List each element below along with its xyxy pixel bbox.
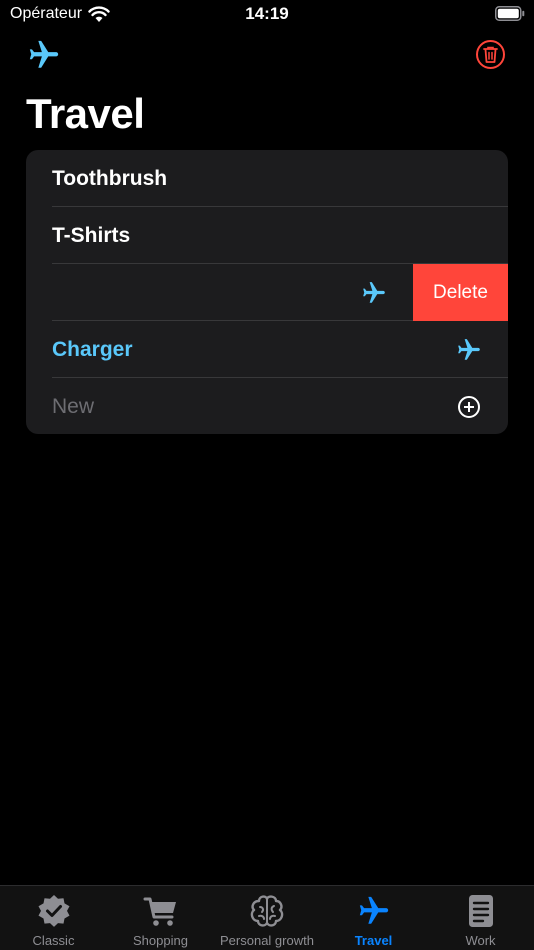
airplane-icon — [29, 40, 59, 68]
cart-icon — [143, 897, 176, 926]
list-item-swiped[interactable]: Delete — [26, 264, 508, 321]
page-title: Travel — [26, 90, 145, 137]
airplane-icon — [359, 896, 388, 924]
item-label: T-Shirts — [52, 224, 131, 247]
tab-bar: Classic Shopping Personal growth Travel … — [0, 885, 534, 950]
list-item[interactable]: T-Shirts — [26, 207, 508, 264]
status-time: 14:19 — [245, 4, 289, 23]
trash-icon — [483, 46, 498, 63]
battery-icon — [495, 6, 525, 21]
items-list: Toothbrush T-Shirts Delete Charger New — [26, 150, 508, 434]
tab-label: Shopping — [133, 933, 188, 948]
tab-label: Travel — [354, 933, 393, 948]
item-label: Charger — [52, 338, 133, 361]
delete-list-button[interactable] — [476, 40, 505, 69]
new-item-input[interactable]: New — [52, 378, 94, 434]
tab-work[interactable]: Work — [427, 886, 534, 950]
tab-personal-growth[interactable]: Personal growth — [214, 886, 320, 950]
brain-icon — [250, 895, 284, 927]
list-item[interactable]: Charger — [26, 321, 508, 378]
airplane-icon[interactable] — [361, 280, 387, 306]
list-item[interactable]: Toothbrush — [26, 150, 508, 207]
tab-label: Personal growth — [220, 933, 314, 948]
item-label: Toothbrush — [52, 167, 168, 190]
tab-travel[interactable]: Travel — [320, 886, 427, 950]
tab-label: Work — [465, 933, 496, 948]
add-item-icon[interactable] — [458, 396, 480, 418]
tab-shopping[interactable]: Shopping — [107, 886, 214, 950]
tab-classic[interactable]: Classic — [0, 886, 107, 950]
status-bar: Opérateur 14:19 — [0, 0, 534, 30]
new-item-row[interactable]: New — [26, 378, 508, 434]
airplane-icon[interactable] — [456, 337, 482, 363]
notebook-icon — [468, 895, 493, 927]
tab-label: Classic — [32, 933, 75, 948]
checkmark-seal-icon — [38, 894, 69, 927]
delete-item-button[interactable]: Delete — [413, 264, 508, 321]
